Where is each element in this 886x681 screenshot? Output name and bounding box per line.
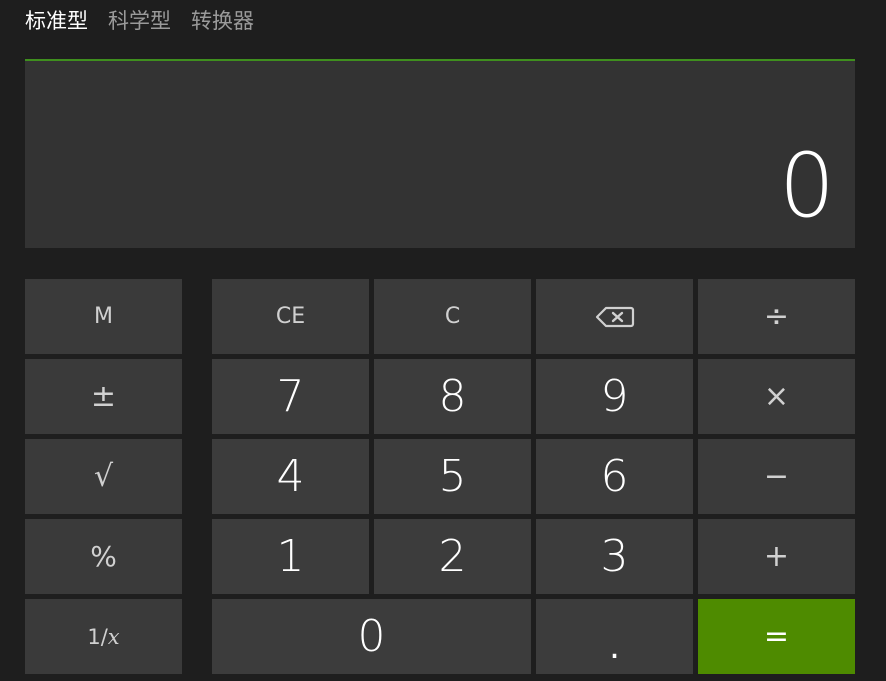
equals-button[interactable]: = (698, 599, 855, 674)
add-button[interactable]: + (698, 519, 855, 594)
digit-8-button[interactable]: 8 (374, 359, 531, 434)
decimal-button[interactable]: . (536, 599, 693, 674)
clear-entry-button[interactable]: CE (212, 279, 369, 354)
digit-7-button[interactable]: 7 (212, 359, 369, 434)
digit-0-label: 0 (357, 611, 386, 662)
tab-converter[interactable]: 转换器 (191, 6, 254, 40)
digit-2-button[interactable]: 2 (374, 519, 531, 594)
subtract-button[interactable]: − (698, 439, 855, 514)
memory-button[interactable]: M (25, 279, 182, 354)
digit-1-label: 1 (276, 531, 305, 582)
digit-4-button[interactable]: 4 (212, 439, 369, 514)
backspace-icon (595, 306, 635, 328)
digit-7-label: 7 (276, 371, 305, 422)
percent-label: % (90, 540, 117, 573)
backspace-button[interactable] (536, 279, 693, 354)
digit-1-button[interactable]: 1 (212, 519, 369, 594)
clear-label: C (444, 304, 461, 329)
digit-5-button[interactable]: 5 (374, 439, 531, 514)
tab-scientific[interactable]: 科学型 (108, 6, 171, 40)
clear-entry-label: CE (275, 304, 306, 329)
divide-label: ÷ (763, 299, 790, 334)
sqrt-button[interactable]: √ (25, 439, 182, 514)
reciprocal-prefix: 1/ (87, 624, 108, 649)
memory-label: M (94, 304, 113, 329)
result-display: 0 (25, 59, 855, 248)
digit-9-label: 9 (600, 371, 629, 422)
digit-5-label: 5 (438, 451, 467, 502)
sqrt-label: √ (93, 459, 114, 494)
multiply-button[interactable]: × (698, 359, 855, 434)
tab-standard[interactable]: 标准型 (25, 6, 88, 40)
digit-3-button[interactable]: 3 (536, 519, 693, 594)
display-value: 0 (779, 134, 835, 237)
digit-9-button[interactable]: 9 (536, 359, 693, 434)
reciprocal-button[interactable]: 1/x (25, 599, 182, 674)
negate-button[interactable]: ± (25, 359, 182, 434)
calculator-window: 标准型 科学型 转换器 0 M ± √ % 1/x CE C ÷ 7 8 9 ×… (0, 0, 886, 681)
negate-label: ± (90, 379, 117, 414)
mode-tabs: 标准型 科学型 转换器 (25, 6, 274, 40)
reciprocal-label: 1/x (87, 625, 119, 649)
digit-6-label: 6 (600, 451, 629, 502)
multiply-label: × (763, 379, 790, 414)
digit-2-label: 2 (438, 531, 467, 582)
divide-button[interactable]: ÷ (698, 279, 855, 354)
decimal-label: . (609, 626, 620, 667)
digit-3-label: 3 (600, 531, 629, 582)
digit-0-button[interactable]: 0 (212, 599, 531, 674)
percent-button[interactable]: % (25, 519, 182, 594)
digit-8-label: 8 (438, 371, 467, 422)
reciprocal-variable: x (107, 624, 120, 649)
digit-6-button[interactable]: 6 (536, 439, 693, 514)
clear-button[interactable]: C (374, 279, 531, 354)
add-label: + (763, 539, 790, 574)
digit-4-label: 4 (276, 451, 305, 502)
equals-label: = (763, 619, 790, 654)
subtract-label: − (763, 459, 790, 494)
